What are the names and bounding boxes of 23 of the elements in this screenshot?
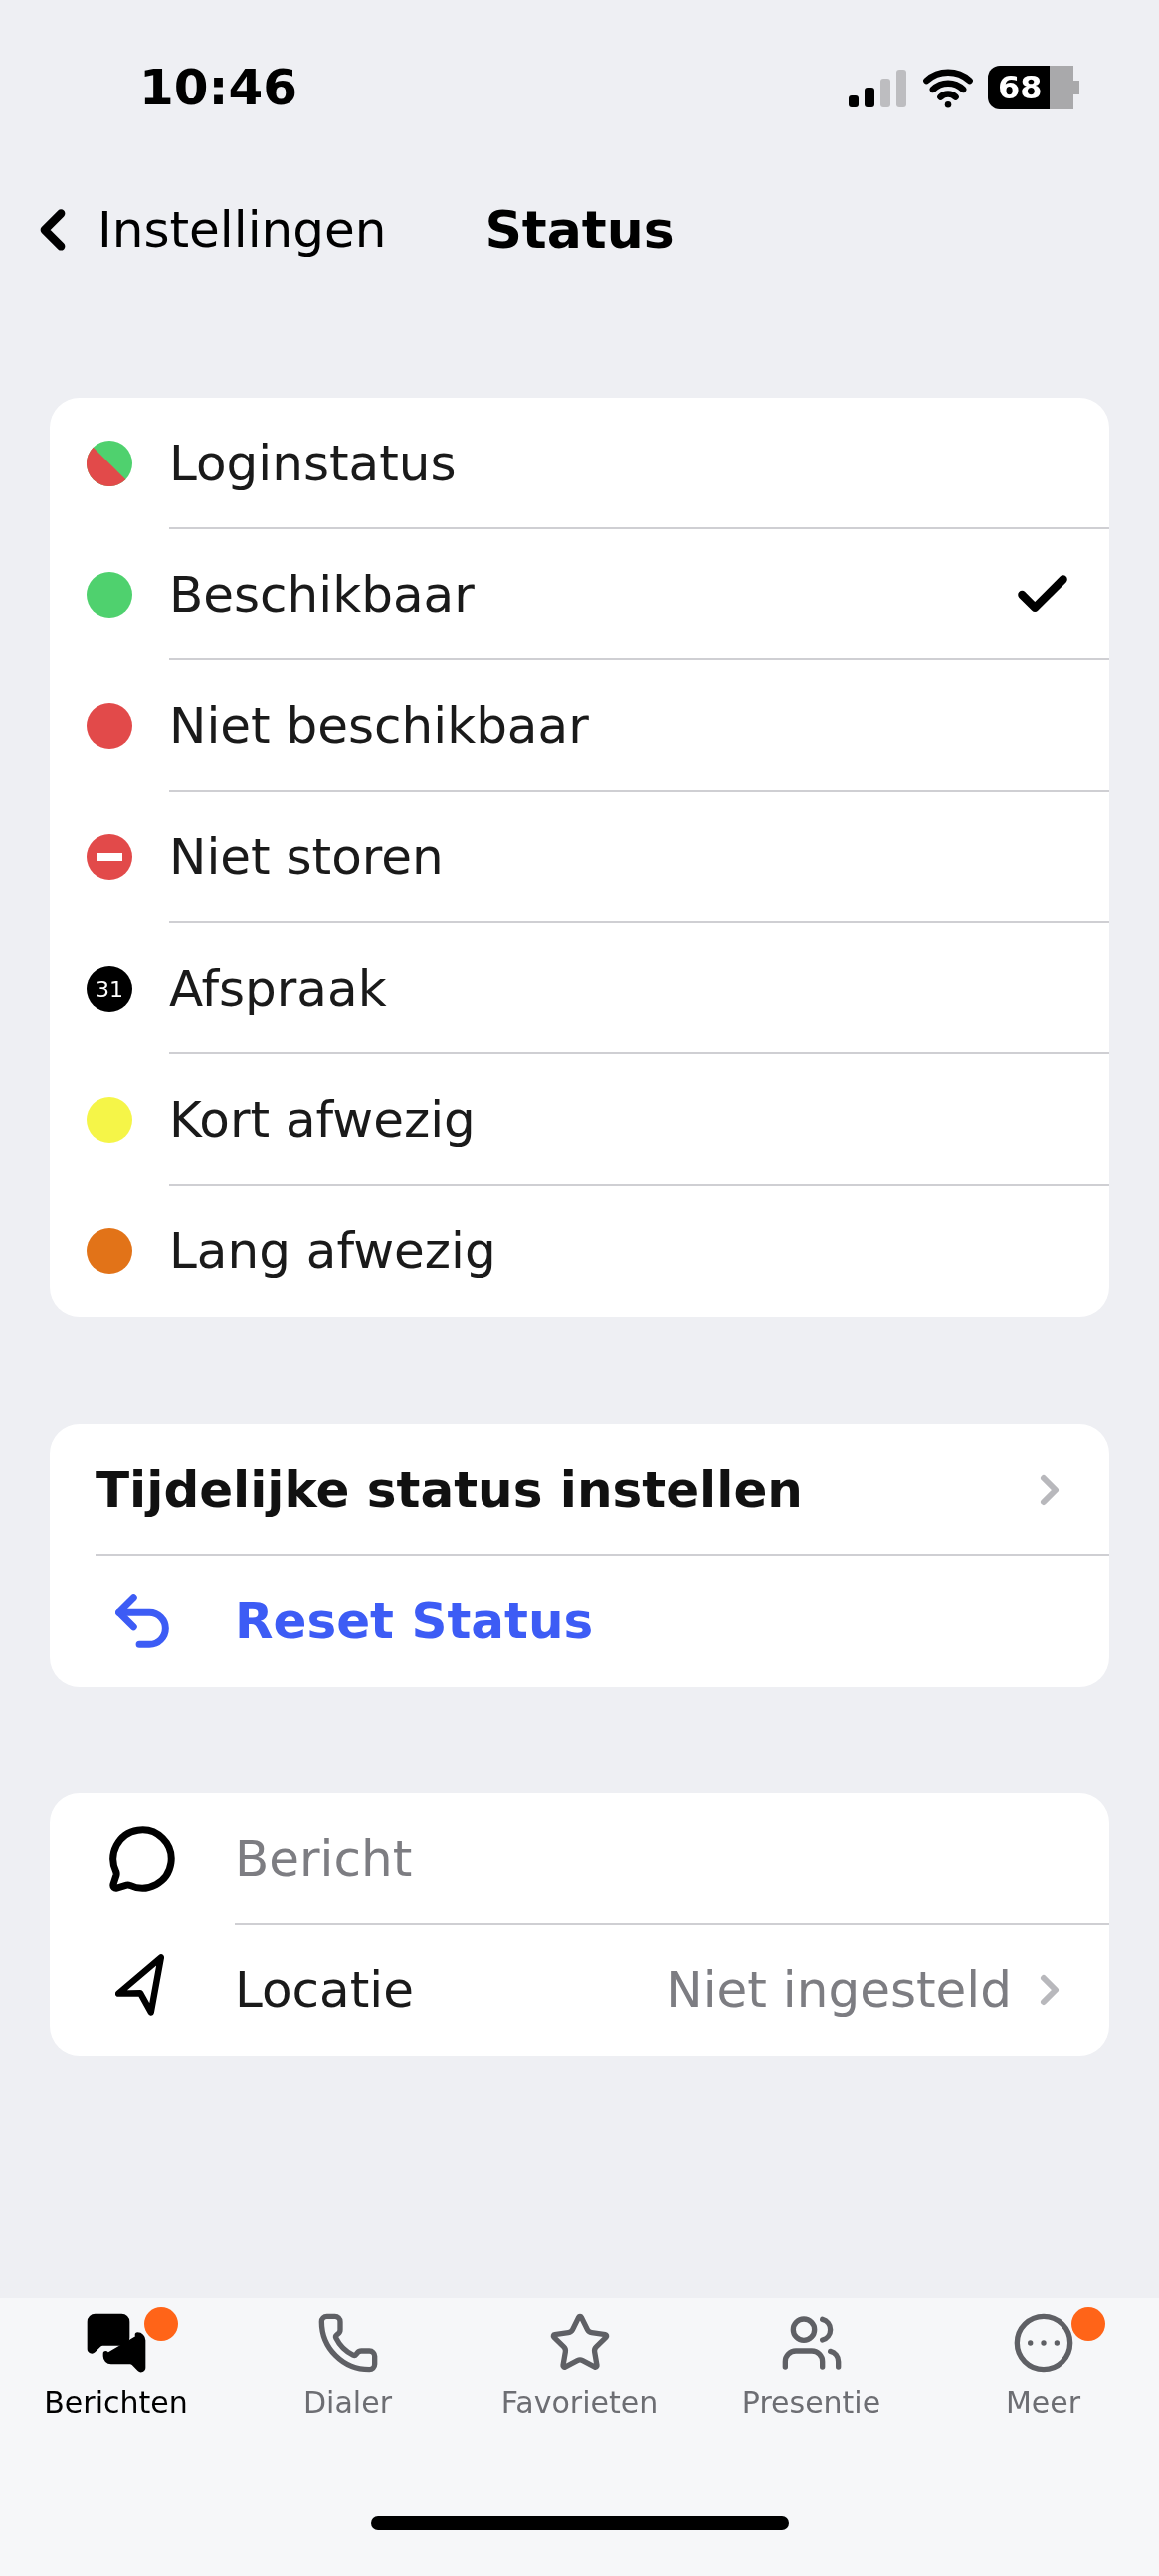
calendar-icon: 31 (87, 966, 132, 1012)
tab-item[interactable]: Presentie (695, 2311, 927, 2420)
tab-item[interactable]: Berichten (0, 2311, 232, 2420)
temporary-status-row[interactable]: Tijdelijke status instellen (50, 1424, 1109, 1556)
status-option[interactable]: Kort afwezig (50, 1054, 1109, 1186)
status-option[interactable]: Niet beschikbaar (50, 660, 1109, 792)
tab-item[interactable]: Dialer (232, 2311, 464, 2420)
back-button[interactable]: Instellingen (20, 197, 387, 263)
clock-time: 10:46 (139, 59, 298, 116)
tab-item[interactable]: Favorieten (464, 2311, 695, 2420)
location-row[interactable]: Locatie Niet ingesteld (50, 1925, 1109, 2056)
status-option[interactable]: 31 Afspraak (50, 923, 1109, 1054)
page-title: Status (484, 200, 675, 260)
battery-icon: 68 (988, 66, 1079, 109)
status-option[interactable]: Loginstatus (50, 398, 1109, 529)
tab-item[interactable]: Meer (927, 2311, 1159, 2420)
status-option[interactable]: Beschikbaar (50, 529, 1109, 660)
status-option[interactable]: Lang afwezig (50, 1186, 1109, 1317)
speech-bubble-icon (107, 1824, 177, 1894)
signal-icon (849, 68, 908, 107)
reset-status-link[interactable]: Reset Status (235, 1592, 594, 1650)
status-option[interactable]: Niet storen (50, 792, 1109, 923)
message-input-field[interactable]: Bericht (235, 1830, 1073, 1888)
